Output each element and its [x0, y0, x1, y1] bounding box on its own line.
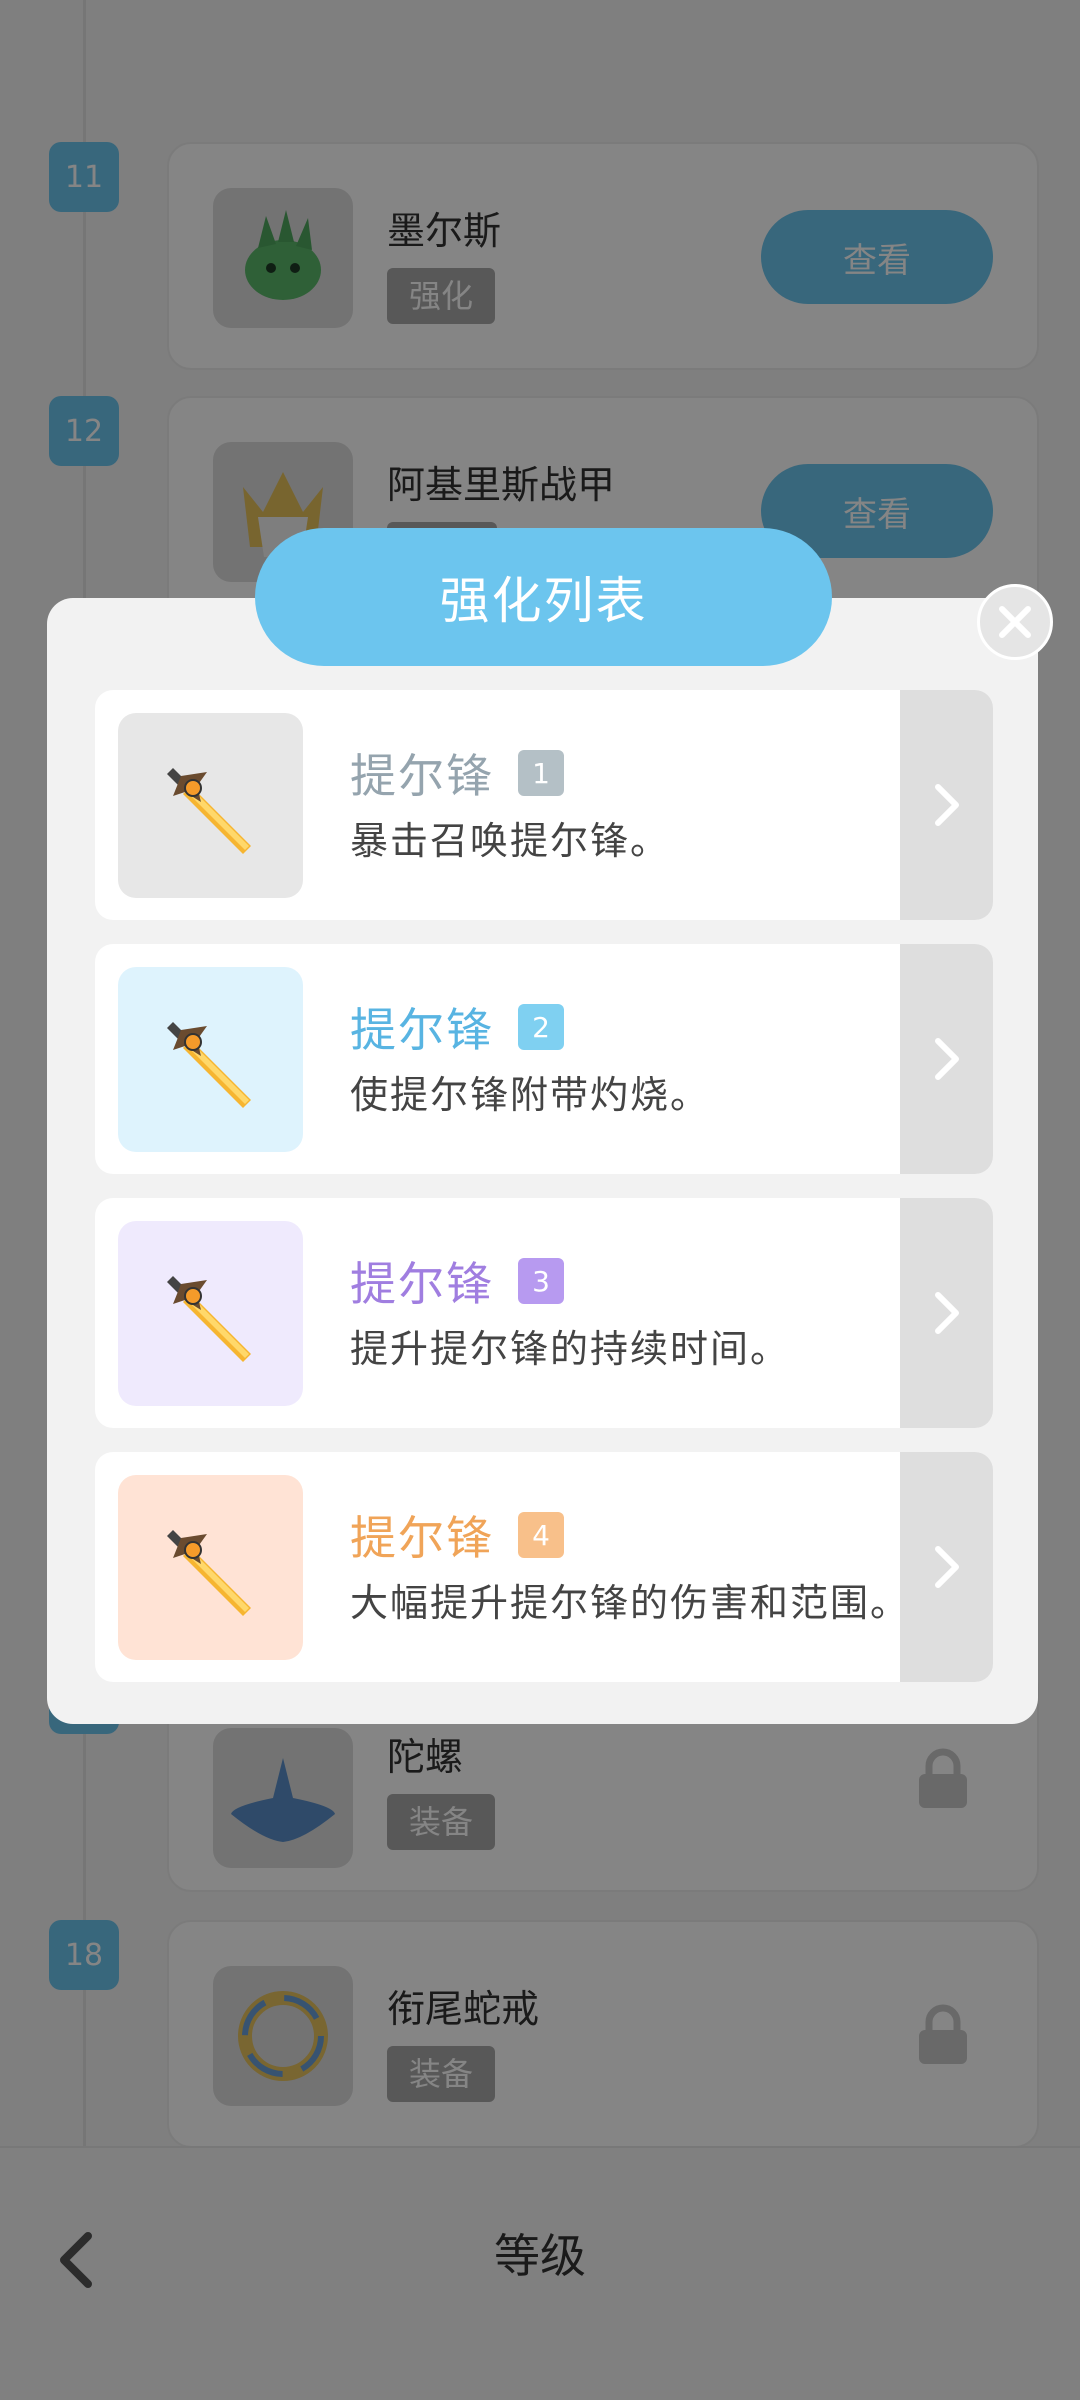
upgrade-level-badge: 4 — [518, 1512, 564, 1558]
upgrade-icon-frame — [118, 713, 303, 898]
upgrade-level-badge: 2 — [518, 1004, 564, 1050]
upgrade-title-row: 提尔锋 1 — [350, 740, 564, 806]
close-button[interactable] — [977, 584, 1053, 660]
sword-icon — [166, 1529, 251, 1616]
upgrade-icon-frame — [118, 967, 303, 1152]
upgrade-title-row: 提尔锋 2 — [350, 994, 564, 1060]
chevron-right-icon — [934, 1292, 959, 1334]
upgrade-icon-frame — [118, 1221, 303, 1406]
upgrade-icon-frame — [118, 1475, 303, 1660]
upgrade-title-row: 提尔锋 3 — [350, 1248, 564, 1314]
upgrade-detail-button[interactable] — [900, 944, 993, 1174]
upgrade-card[interactable]: 提尔锋 2 使提尔锋附带灼烧。 — [95, 944, 993, 1174]
close-icon — [999, 606, 1031, 638]
upgrade-name: 提尔锋 — [350, 1511, 494, 1565]
sword-icon — [166, 1021, 251, 1108]
upgrade-description: 大幅提升提尔锋的伤害和范围。 — [350, 1581, 911, 1625]
chevron-right-icon — [934, 1038, 959, 1080]
upgrade-description: 暴击召唤提尔锋。 — [350, 819, 671, 863]
sword-icon — [166, 767, 251, 854]
upgrade-description: 提升提尔锋的持续时间。 — [350, 1327, 791, 1371]
upgrade-title-row: 提尔锋 4 — [350, 1502, 564, 1568]
upgrade-name: 提尔锋 — [350, 1257, 494, 1311]
upgrade-level-badge: 1 — [518, 750, 564, 796]
upgrade-description: 使提尔锋附带灼烧。 — [350, 1073, 711, 1117]
chevron-right-icon — [934, 1546, 959, 1588]
upgrade-detail-button[interactable] — [900, 690, 993, 920]
upgrade-card[interactable]: 提尔锋 3 提升提尔锋的持续时间。 — [95, 1198, 993, 1428]
upgrade-name: 提尔锋 — [350, 749, 494, 803]
chevron-right-icon — [934, 784, 959, 826]
upgrade-detail-button[interactable] — [900, 1452, 993, 1682]
upgrade-level-badge: 3 — [518, 1258, 564, 1304]
upgrade-detail-button[interactable] — [900, 1198, 993, 1428]
upgrade-card[interactable]: 提尔锋 4 大幅提升提尔锋的伤害和范围。 — [95, 1452, 993, 1682]
upgrade-name: 提尔锋 — [350, 1003, 494, 1057]
sword-icon — [166, 1275, 251, 1362]
upgrade-card[interactable]: 提尔锋 1 暴击召唤提尔锋。 — [95, 690, 993, 920]
modal-title: 强化列表 — [255, 528, 832, 666]
